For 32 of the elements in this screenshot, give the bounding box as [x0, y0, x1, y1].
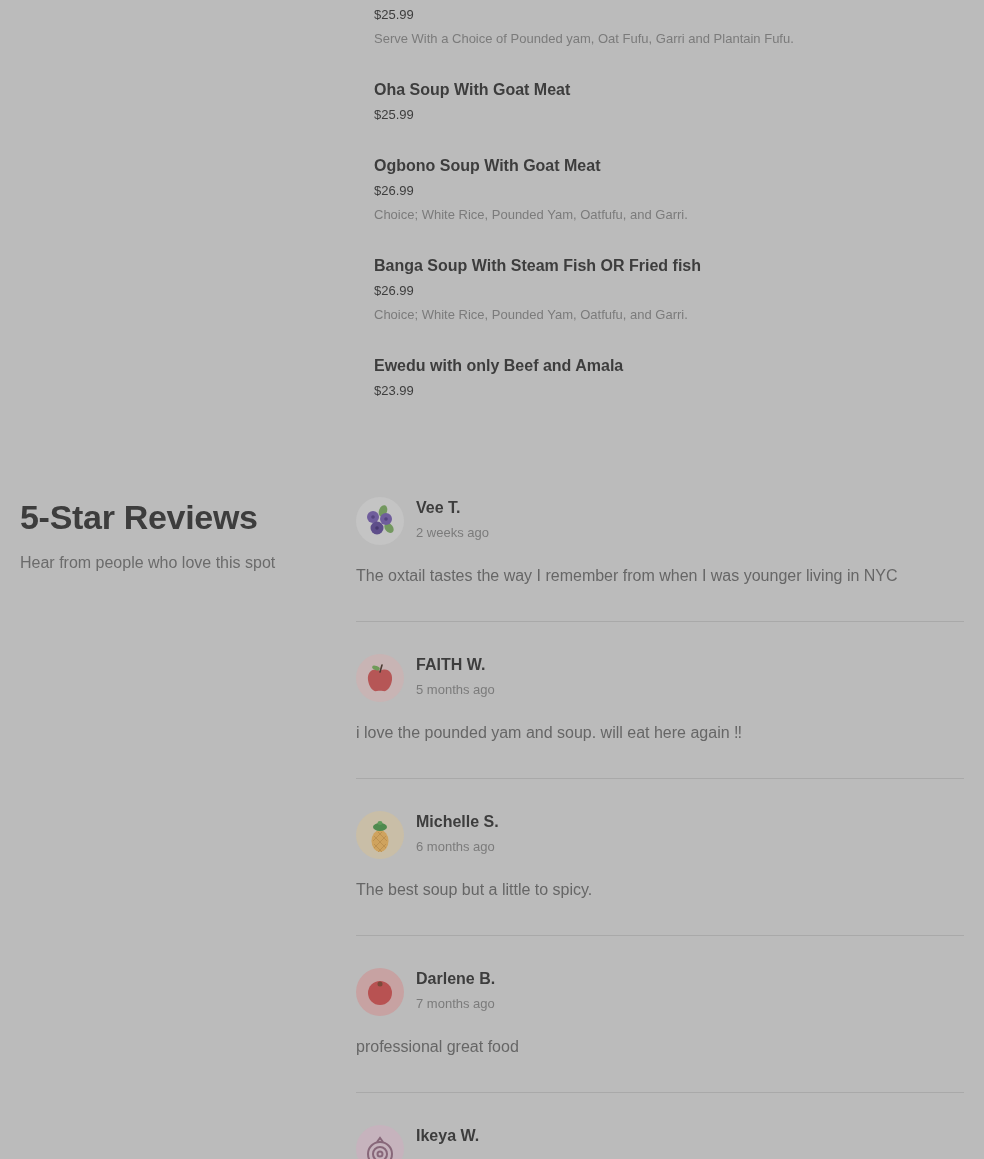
- dish-price: $23.99: [374, 382, 415, 400]
- onion-avatar-icon: [356, 1125, 404, 1159]
- tomato-avatar-icon: [356, 968, 404, 1016]
- apple-avatar-icon: [356, 654, 404, 702]
- review-text: The best soup but a little to spicy.: [356, 880, 594, 900]
- dish-price: $26.99: [374, 282, 415, 300]
- reviewer-name: Michelle S.: [416, 812, 499, 832]
- dish-title: Oha Soup With Goat Meat: [374, 80, 572, 100]
- dish-price: $25.99: [374, 106, 415, 124]
- blueberries-avatar-icon: [356, 497, 404, 545]
- review-time: 2 weeks ago: [416, 524, 489, 542]
- pineapple-avatar-icon: [356, 811, 404, 859]
- dish-title: Banga Soup With Steam Fish OR Fried fish: [374, 256, 702, 276]
- review-time: 6 months ago: [416, 838, 496, 856]
- dish-title: Ewedu with only Beef and Amala: [374, 356, 625, 376]
- dish-price: $26.99: [374, 182, 415, 200]
- dish-title: Ogbono Soup With Goat Meat: [374, 156, 602, 176]
- dish-price: $25.99: [374, 6, 415, 24]
- dish-description: Serve With a Choice of Pounded yam, Oat Fufu, Garri and Plantain Fufu.: [374, 30, 795, 48]
- review-text: professional great food: [356, 1037, 520, 1057]
- review-time: 7 months ago: [416, 995, 496, 1013]
- dish-description: Choice; White Rice, Pounded Yam, Oatfufu, and Garri.: [374, 306, 689, 324]
- review-time: 5 months ago: [416, 681, 495, 699]
- review-text: The oxtail tastes the way I remember from when I was younger living in NYC: [356, 566, 899, 586]
- reviewer-name: Vee T.: [416, 498, 462, 518]
- review-text: i love the pounded yam and soup. will eat here again ‼: [356, 723, 744, 743]
- reviewer-name: Darlene B.: [416, 969, 496, 989]
- reviewer-name: FAITH W.: [416, 655, 487, 675]
- section-heading: 5-Star Reviews: [20, 497, 259, 537]
- dish-description: Choice; White Rice, Pounded Yam, Oatfufu, and Garri.: [374, 206, 689, 224]
- section-subtitle: Hear from people who love this spot: [20, 553, 277, 573]
- reviewer-name: Ikeya W.: [416, 1126, 480, 1146]
